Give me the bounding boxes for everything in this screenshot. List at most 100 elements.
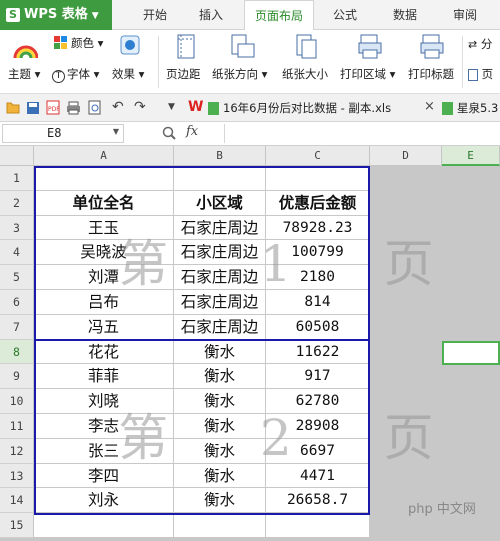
table-cell[interactable]: 花花 [34,339,174,365]
row-header[interactable]: 10 [0,389,34,414]
table-cell[interactable]: 石家庄周边 [174,314,266,340]
row-header[interactable]: 4 [0,240,34,266]
table-cell[interactable] [266,166,370,191]
table-cell[interactable]: 917 [266,364,370,390]
row-header[interactable]: 1 [0,166,34,191]
zoom-icon[interactable] [162,126,176,140]
doc-tab-1[interactable]: 16年6月份后对比数据 - 副本.xls [208,100,438,116]
toolbar-dropdown-icon[interactable]: ▼ [168,102,175,112]
table-cell[interactable]: 王玉 [34,215,174,241]
table-cell[interactable]: 刘永 [34,488,174,514]
table-cell[interactable]: 石家庄周边 [174,215,266,241]
page-break-button[interactable]: ⇄ 分 [468,36,492,52]
color-button[interactable]: 颜色 ▾ [71,35,103,51]
print-titles-button[interactable]: 打印标题 [408,66,454,82]
wps-docs-icon[interactable]: W [188,99,203,115]
table-cell[interactable]: 刘晓 [34,389,174,414]
tab-insert[interactable]: 插入 [188,0,234,30]
formula-input[interactable] [224,124,498,143]
table-cell[interactable] [174,166,266,191]
name-box[interactable]: E8 ▼ [2,124,124,143]
row-header[interactable]: 11 [0,414,34,439]
select-all-corner[interactable] [0,146,34,166]
table-cell[interactable]: 100799 [266,240,370,266]
table-cell[interactable]: 28908 [266,414,370,439]
row-header[interactable]: 3 [0,215,34,241]
table-cell[interactable]: 814 [266,290,370,315]
effects-button[interactable]: 效果 ▾ [112,66,144,82]
column-header-e[interactable]: E [442,146,500,166]
table-cell[interactable] [34,513,174,538]
table-cell[interactable]: 衡水 [174,463,266,489]
theme-icon[interactable] [12,36,38,60]
table-cell[interactable]: 石家庄周边 [174,265,266,290]
tab-home[interactable]: 开始 [132,0,178,30]
tab-review[interactable]: 审阅 [442,0,488,30]
theme-button[interactable]: 主题 ▾ [8,66,40,82]
tab-data[interactable]: 数据 [382,0,428,30]
table-cell[interactable]: 冯五 [34,314,174,340]
row-header[interactable]: 13 [0,463,34,489]
row-header[interactable]: 14 [0,488,34,514]
orientation-button[interactable]: 纸张方向 ▾ [212,66,267,82]
table-cell[interactable]: 26658.7 [266,488,370,514]
row-header[interactable]: 6 [0,290,34,315]
table-cell[interactable]: 衡水 [174,364,266,390]
table-cell[interactable]: 衡水 [174,339,266,365]
row-header[interactable]: 9 [0,364,34,390]
row-header[interactable]: 8 [0,339,34,365]
table-cell[interactable]: 石家庄周边 [174,290,266,315]
paper-size-button[interactable]: 纸张大小 [282,66,328,82]
doc-tab-2[interactable]: 星泉5.3 [442,100,498,116]
row-header[interactable]: 2 [0,190,34,216]
table-cell[interactable]: 62780 [266,389,370,414]
table-cell[interactable]: 衡水 [174,488,266,514]
column-header-d[interactable]: D [370,146,442,166]
table-cell[interactable]: 衡水 [174,389,266,414]
row-header[interactable]: 12 [0,438,34,464]
table-cell[interactable]: 78928.23 [266,215,370,241]
margins-button[interactable]: 页边距 [166,66,201,82]
table-cell[interactable]: 4471 [266,463,370,489]
table-cell[interactable]: 张三 [34,438,174,464]
row-header[interactable]: 15 [0,513,34,538]
row-header[interactable]: 7 [0,314,34,340]
close-tab-icon[interactable]: × [424,99,435,114]
table-cell[interactable]: 衡水 [174,414,266,439]
selected-cell-e8[interactable] [442,341,500,365]
table-cell[interactable]: 石家庄周边 [174,240,266,266]
save-icon[interactable] [26,101,40,115]
table-cell[interactable]: 吕布 [34,290,174,315]
table-cell[interactable]: 衡水 [174,438,266,464]
undo-icon[interactable]: ↶ [112,99,124,115]
table-cell[interactable]: 吴晓波 [34,240,174,266]
column-header-c[interactable]: C [266,146,370,166]
tab-page-layout[interactable]: 页面布局 [244,0,314,31]
wps-app-menu[interactable]: S WPS 表格 ▼ [0,0,112,30]
table-cell[interactable] [174,513,266,538]
table-cell[interactable]: 李志 [34,414,174,439]
export-pdf-icon[interactable]: PDF [46,100,60,115]
table-cell[interactable]: 刘潭 [34,265,174,290]
column-header-b[interactable]: B [174,146,266,166]
table-cell[interactable]: 李四 [34,463,174,489]
open-folder-icon[interactable] [6,101,20,114]
table-cell[interactable]: 6697 [266,438,370,464]
table-cell[interactable]: 优惠后金额 [266,190,370,216]
font-button[interactable]: T 字体 ▾ [52,66,99,83]
table-cell[interactable]: 单位全名 [34,190,174,216]
table-cell[interactable]: 11622 [266,339,370,365]
tab-formulas[interactable]: 公式 [322,0,368,30]
page-setup-button[interactable]: 页 [468,66,493,82]
fx-button[interactable]: fx [186,124,198,139]
row-header[interactable]: 5 [0,265,34,290]
print-area-button[interactable]: 打印区域 ▾ [340,66,395,82]
column-header-a[interactable]: A [34,146,174,166]
table-cell[interactable]: 小区域 [174,190,266,216]
redo-icon[interactable]: ↷ [134,99,146,115]
table-cell[interactable]: 60508 [266,314,370,340]
print-preview-icon[interactable] [88,100,102,115]
print-icon[interactable] [66,101,81,115]
table-cell[interactable] [266,513,370,538]
table-cell[interactable]: 2180 [266,265,370,290]
